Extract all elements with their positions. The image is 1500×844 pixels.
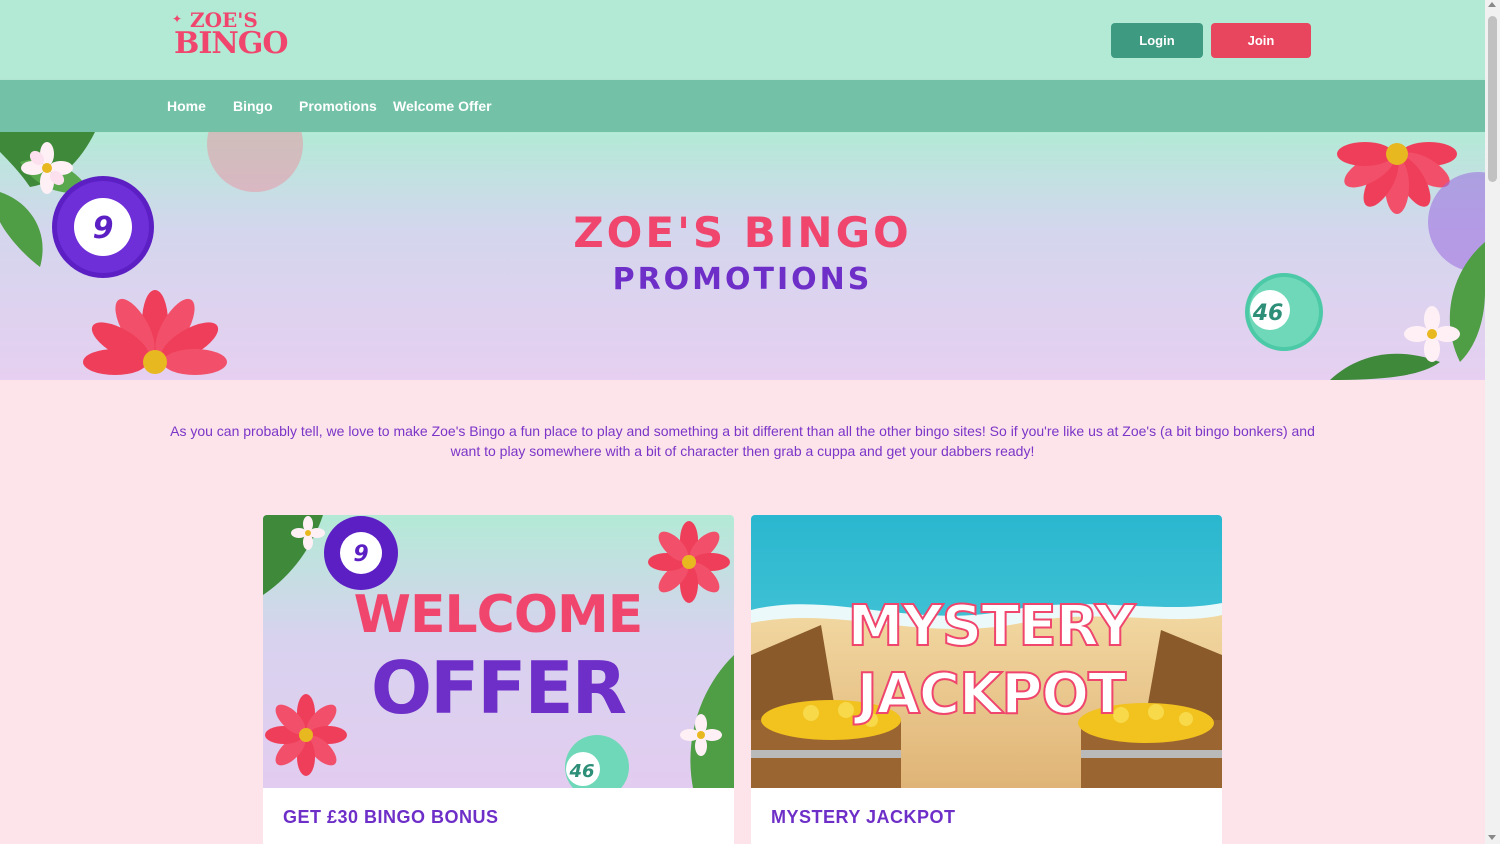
logo-text-bottom: BINGO xyxy=(174,26,289,61)
welcome-offer-artwork: 9 46 WELCOME OFFER xyxy=(263,515,734,788)
svg-text:46: 46 xyxy=(568,761,594,782)
top-header: ✦ ZOE'S BINGO Login Join xyxy=(0,0,1485,80)
welcome-offer-image[interactable]: 9 46 WELCOME OFFER xyxy=(263,515,734,788)
main-nav: Home Bingo Promotions Welcome Offer xyxy=(0,80,1485,132)
svg-text:WELCOME: WELCOME xyxy=(354,585,643,645)
scrollbar-thumb[interactable] xyxy=(1488,16,1497,182)
svg-text:46: 46 xyxy=(1252,301,1284,326)
svg-text:OFFER: OFFER xyxy=(371,646,626,730)
red-flower-icon xyxy=(83,290,227,375)
nav-item-bingo[interactable]: Bingo xyxy=(233,98,273,114)
scroll-up-arrow-icon[interactable] xyxy=(1488,2,1496,7)
nav-item-promotions[interactable]: Promotions xyxy=(299,98,377,114)
site-logo[interactable]: ✦ ZOE'S BINGO xyxy=(172,8,289,66)
blurred-ball-icon xyxy=(207,132,303,192)
bingo-ball-9-icon: 9 xyxy=(324,516,398,590)
hero-subtitle: PROMOTIONS xyxy=(612,262,873,297)
nav-item-home[interactable]: Home xyxy=(167,98,206,114)
login-button[interactable]: Login xyxy=(1111,23,1203,58)
sparkle-icon: ✦ xyxy=(172,12,183,26)
red-flower-icon xyxy=(265,694,347,776)
mystery-jackpot-image[interactable]: MYSTERY JACKPOT xyxy=(751,515,1222,788)
hero-title: ZOE'S BINGO xyxy=(573,208,912,257)
red-flower-icon xyxy=(648,521,730,603)
page-scrollbar[interactable] xyxy=(1485,0,1500,844)
mystery-jackpot-artwork: MYSTERY JACKPOT xyxy=(751,515,1222,788)
svg-text:9: 9 xyxy=(353,542,368,567)
intro-paragraph: As you can probably tell, we love to mak… xyxy=(170,423,1315,459)
leaf-icon xyxy=(1330,353,1440,380)
promo-card-mystery-jackpot[interactable]: MYSTERY JACKPOT MYSTERY JACKPOT xyxy=(751,515,1222,844)
svg-text:MYSTERY: MYSTERY xyxy=(848,594,1137,659)
join-button[interactable]: Join xyxy=(1211,23,1311,58)
hero-banner: 9 46 ZOE'S BINGO PROMOTIONS xyxy=(0,132,1485,380)
nav-item-welcome-offer[interactable]: Welcome Offer xyxy=(393,98,492,114)
card-title[interactable]: MYSTERY JACKPOT xyxy=(771,807,956,828)
promo-card-welcome-offer[interactable]: 9 46 WELCOME OFFER GET £30 BINGO BONUS xyxy=(263,515,734,844)
card-title[interactable]: GET £30 BINGO BONUS xyxy=(283,807,499,828)
svg-text:JACKPOT: JACKPOT xyxy=(853,662,1126,727)
scroll-down-arrow-icon[interactable] xyxy=(1488,835,1496,840)
